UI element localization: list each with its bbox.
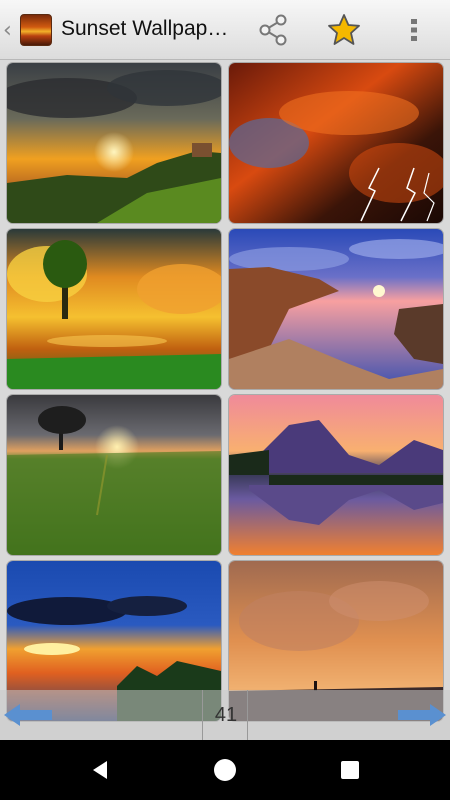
- more-vertical-icon: [411, 19, 417, 41]
- more-button[interactable]: [402, 12, 426, 48]
- wallpaper-thumb-lone-tree-wheat-field[interactable]: [7, 395, 221, 555]
- favorite-button[interactable]: [326, 12, 362, 48]
- share-button[interactable]: [255, 12, 291, 48]
- page-indicator: 41: [202, 690, 248, 740]
- arrow-left-icon: [4, 704, 52, 726]
- wheat-field-image: [7, 395, 221, 555]
- nav-home-icon[interactable]: [214, 759, 236, 781]
- sunset-hills-image: [7, 63, 221, 223]
- sunset-app-icon: [20, 14, 52, 46]
- share-icon: [259, 14, 287, 46]
- wallpaper-thumb-mountain-lake-reflection[interactable]: [229, 395, 443, 555]
- coastal-cliffs-image: [229, 229, 443, 389]
- lightning-sky-image: [229, 63, 443, 223]
- wallpaper-thumb-coastal-cliffs-sunset[interactable]: [229, 229, 443, 389]
- wallpaper-thumb-tree-fiery-clouds-lake[interactable]: [7, 229, 221, 389]
- star-icon: [328, 14, 360, 45]
- next-page-button[interactable]: [398, 704, 446, 726]
- page-number: 41: [214, 704, 238, 726]
- previous-page-button[interactable]: [4, 704, 52, 726]
- arrow-right-icon: [398, 704, 446, 726]
- chevron-left-icon[interactable]: ‹: [3, 18, 12, 43]
- wallpaper-grid: [0, 60, 450, 740]
- system-nav-bar: [0, 740, 450, 800]
- app-bar: ‹ Sunset Wallpap…: [0, 0, 450, 60]
- pager-bar: 41: [0, 690, 450, 740]
- mountain-lake-image: [229, 395, 443, 555]
- nav-back-icon[interactable]: [88, 758, 112, 782]
- nav-recent-icon[interactable]: [341, 761, 359, 779]
- wallpaper-thumb-sunset-hills-clouds[interactable]: [7, 63, 221, 223]
- tree-lake-image: [7, 229, 221, 389]
- wallpaper-thumb-red-sky-lightning[interactable]: [229, 63, 443, 223]
- app-title: Sunset Wallpap…: [61, 17, 229, 40]
